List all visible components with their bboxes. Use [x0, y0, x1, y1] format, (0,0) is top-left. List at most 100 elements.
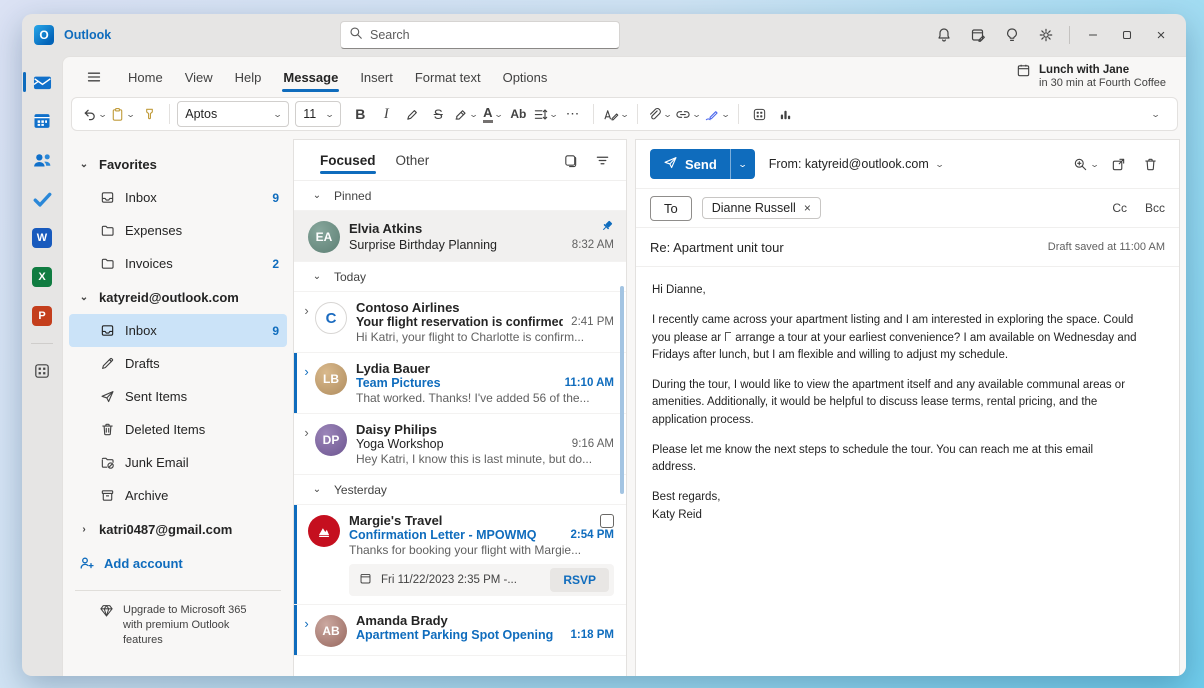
highlight-icon[interactable]: ⌄	[451, 101, 479, 127]
collapse-toolbar-icon[interactable]: ⌄	[1143, 101, 1169, 127]
message-row-daisy[interactable]: › DP Daisy Philips Yoga Workshop 9:16 AM…	[294, 414, 626, 475]
discard-trash-icon[interactable]	[1135, 150, 1165, 178]
font-name-value: Aptos	[185, 107, 217, 121]
more-formatting-icon[interactable]: ⋯	[560, 101, 586, 127]
pin-icon[interactable]	[600, 219, 614, 238]
hamburger-icon[interactable]	[79, 63, 109, 91]
list-scrollbar-thumb[interactable]	[620, 286, 624, 494]
attach-file-icon[interactable]: ⌄	[645, 101, 673, 127]
popout-icon[interactable]	[1103, 150, 1133, 178]
zoom-icon[interactable]: ⌄	[1071, 150, 1101, 178]
tab-options[interactable]: Options	[492, 57, 559, 97]
group-header-yesterday[interactable]: ⌄ Yesterday	[294, 475, 626, 505]
paste-icon[interactable]: ⌄	[108, 101, 136, 127]
insert-chart-icon[interactable]	[772, 101, 798, 127]
group-header-today[interactable]: ⌄ Today	[294, 262, 626, 292]
to-button[interactable]: To	[650, 196, 692, 221]
sidebar-item-inbox[interactable]: Inbox 9	[69, 314, 287, 347]
add-account-button[interactable]: Add account	[69, 546, 287, 580]
message-row-contoso[interactable]: › C Contoso Airlines Your flight reserva…	[294, 292, 626, 353]
select-message-checkbox[interactable]	[600, 514, 614, 528]
message-row-lydia[interactable]: › LB Lydia Bauer Team Pictures 11:10 AM …	[294, 353, 626, 414]
select-view-icon[interactable]	[556, 146, 584, 174]
outlook-account-header[interactable]: ⌄ katyreid@outlook.com	[69, 280, 287, 314]
underline-pen-icon[interactable]	[399, 101, 425, 127]
tab-home[interactable]: Home	[117, 57, 174, 97]
rsvp-button[interactable]: RSVP	[550, 568, 609, 592]
search-box[interactable]	[340, 21, 620, 49]
format-painter-icon[interactable]	[136, 101, 162, 127]
send-options-chevron[interactable]: ⌄	[730, 149, 755, 179]
change-case-icon[interactable]: Ab	[505, 101, 531, 127]
calendar-icon[interactable]	[30, 109, 54, 133]
reminder-title: Lunch with Jane	[1039, 63, 1166, 77]
remove-recipient-icon[interactable]: ×	[804, 201, 811, 215]
signature-icon[interactable]: ⌄	[702, 101, 731, 127]
line-spacing-icon[interactable]: ⌄	[531, 101, 559, 127]
message-row-margies-travel[interactable]: Margie's Travel Confirmation Letter - MP…	[294, 505, 626, 605]
sidebar-item-drafts[interactable]: Drafts	[69, 347, 287, 380]
more-apps-icon[interactable]	[30, 359, 54, 383]
font-size-select[interactable]: 11⌄	[295, 101, 341, 127]
sidebar-item-deleted-items[interactable]: Deleted Items	[69, 413, 287, 446]
expand-conversation-icon[interactable]: ›	[298, 422, 315, 466]
tab-view[interactable]: View	[174, 57, 224, 97]
filter-icon[interactable]	[588, 146, 616, 174]
expand-conversation-icon[interactable]: ›	[298, 613, 315, 647]
expand-conversation-icon[interactable]: ›	[298, 300, 315, 344]
font-name-select[interactable]: Aptos⌄	[177, 101, 289, 127]
recipient-pill[interactable]: Dianne Russell ×	[702, 197, 821, 219]
todo-check-icon[interactable]	[30, 187, 54, 211]
sidebar-item-invoices[interactable]: Invoices 2	[69, 247, 287, 280]
apps-icon[interactable]	[746, 101, 772, 127]
sidebar-item-expenses[interactable]: Expenses	[69, 214, 287, 247]
meeting-reminder[interactable]: Lunch with Jane in 30 min at Fourth Coff…	[1010, 60, 1172, 94]
notifications-bell-icon[interactable]	[927, 20, 961, 50]
send-button[interactable]: Send ⌄	[650, 149, 755, 179]
search-input[interactable]	[370, 28, 611, 42]
editor-icon[interactable]: ⌄	[601, 101, 630, 127]
settings-gear-icon[interactable]	[1029, 20, 1063, 50]
message-row-amanda[interactable]: › AB Amanda Brady Apartment Parking Spot…	[294, 605, 626, 656]
cc-button[interactable]: Cc	[1112, 201, 1127, 215]
italic-icon[interactable]: I	[373, 101, 399, 127]
from-address: From: katyreid@outlook.com	[769, 157, 929, 171]
sidebar-item-inbox-favorite[interactable]: Inbox 9	[69, 181, 287, 214]
group-header-pinned[interactable]: ⌄ Pinned	[294, 181, 626, 211]
gmail-account-header[interactable]: › katri0487@gmail.com	[69, 512, 287, 546]
tab-insert[interactable]: Insert	[349, 57, 404, 97]
insert-link-icon[interactable]: ⌄	[673, 101, 702, 127]
favorites-header[interactable]: ⌄ Favorites	[69, 147, 287, 181]
maximize-icon[interactable]	[1110, 20, 1144, 50]
close-icon[interactable]: ×	[1144, 20, 1178, 50]
subject-input[interactable]: Re: Apartment unit tour	[650, 240, 1038, 255]
minimize-icon[interactable]	[1076, 20, 1110, 50]
undo-icon[interactable]: ⌄	[80, 101, 108, 127]
strikethrough-icon[interactable]: S	[425, 101, 451, 127]
excel-icon[interactable]: X	[30, 265, 54, 289]
tips-lightbulb-icon[interactable]	[995, 20, 1029, 50]
upgrade-promo[interactable]: Upgrade to Microsoft 365 with premium Ou…	[69, 603, 287, 648]
sidebar-item-archive[interactable]: Archive	[69, 479, 287, 512]
powerpoint-icon[interactable]: P	[30, 304, 54, 328]
people-icon[interactable]	[30, 148, 54, 172]
sidebar-item-junk-email[interactable]: Junk Email	[69, 446, 287, 479]
send-later-icon[interactable]	[961, 20, 995, 50]
send-label: Send	[685, 157, 717, 172]
message-body-editor[interactable]: Hi Dianne, I recently came across your a…	[636, 266, 1179, 676]
bcc-button[interactable]: Bcc	[1145, 201, 1165, 215]
font-color-icon[interactable]: A⌄	[479, 101, 505, 127]
from-selector[interactable]: From: katyreid@outlook.com ⌄	[769, 157, 943, 171]
tab-format-text[interactable]: Format text	[404, 57, 492, 97]
sidebar-item-sent-items[interactable]: Sent Items	[69, 380, 287, 413]
word-icon[interactable]: W	[30, 226, 54, 250]
toolbar-divider	[169, 104, 170, 124]
tab-message[interactable]: Message	[272, 57, 349, 97]
message-row-elvia[interactable]: EA Elvia Atkins Surprise Birthday Planni…	[294, 211, 626, 262]
tab-focused[interactable]: Focused	[320, 140, 376, 180]
expand-conversation-icon[interactable]: ›	[298, 361, 315, 405]
tab-other[interactable]: Other	[396, 140, 430, 180]
tab-help[interactable]: Help	[224, 57, 273, 97]
bold-icon[interactable]: B	[347, 101, 373, 127]
mail-icon[interactable]	[30, 70, 54, 94]
